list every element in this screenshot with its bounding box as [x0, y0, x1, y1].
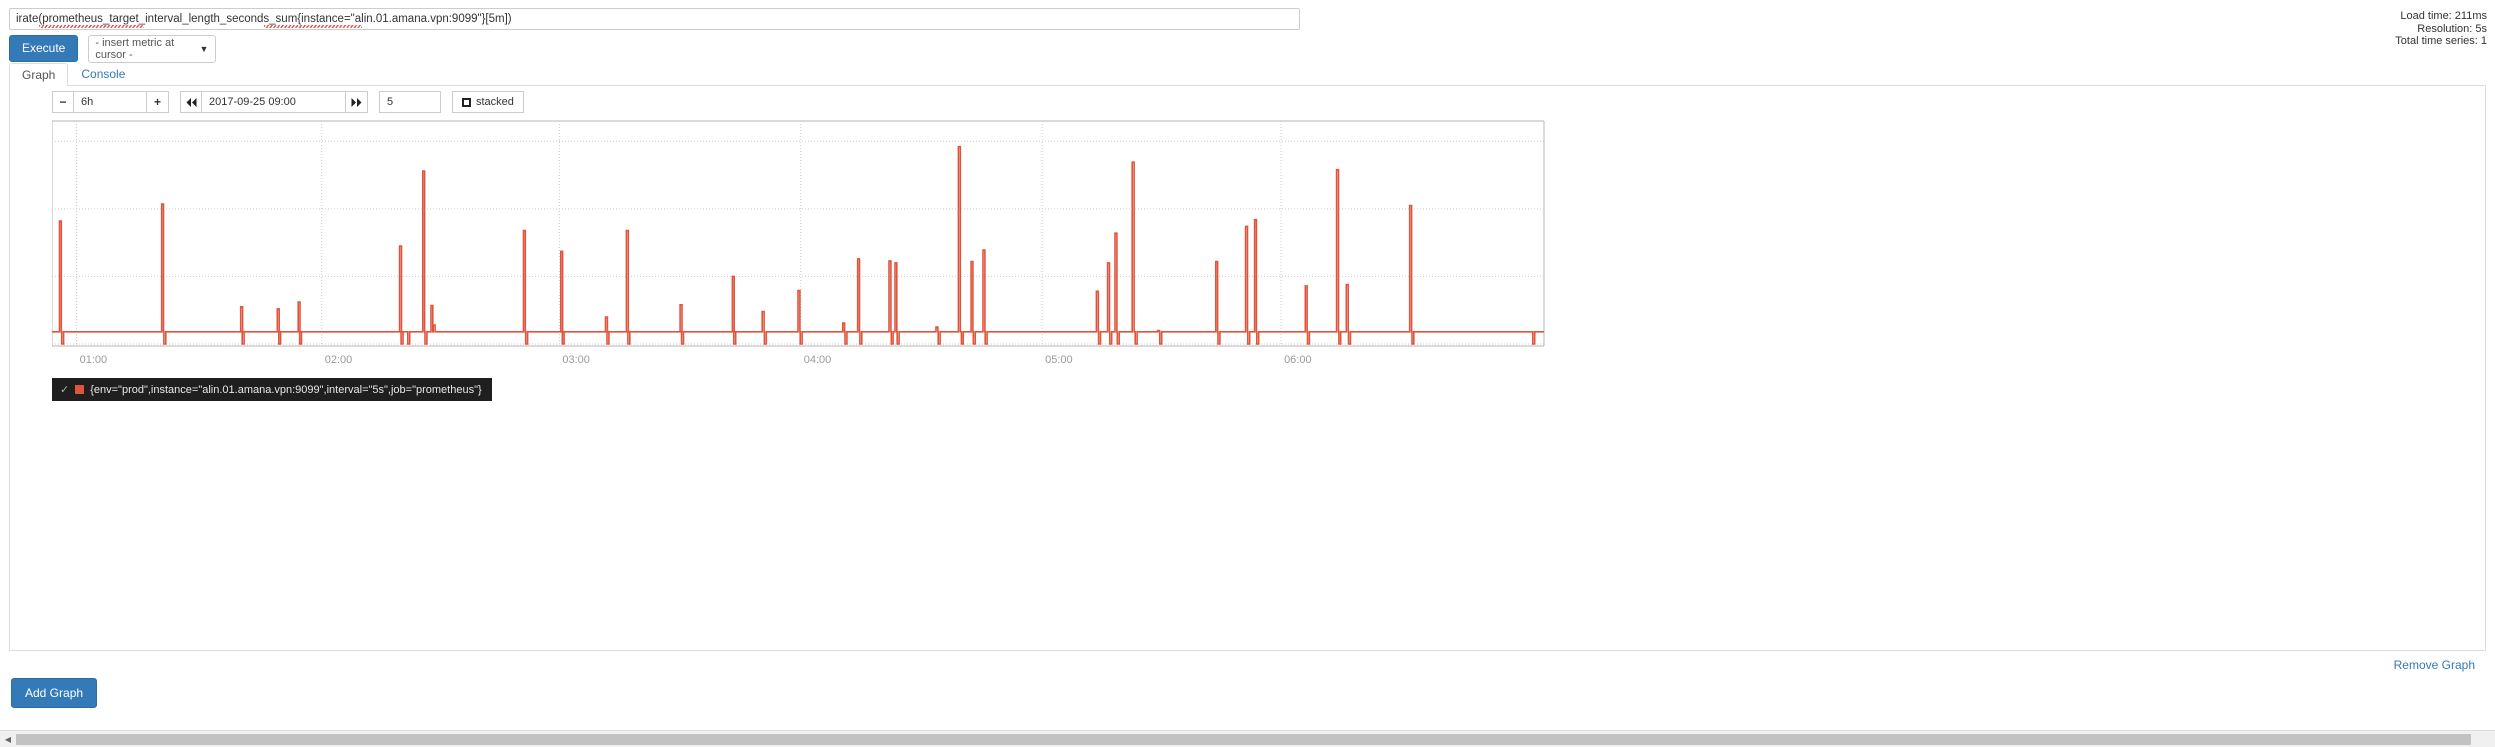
insert-metric-label: - insert metric at cursor - — [95, 37, 175, 61]
scroll-left-arrow[interactable]: ◀ — [0, 735, 16, 744]
horizontal-scrollbar[interactable]: ◀ — [0, 730, 2495, 747]
load-time: Load time: 211ms — [2400, 10, 2487, 22]
stacked-toggle[interactable]: stacked — [452, 91, 524, 113]
remove-graph-link[interactable]: Remove Graph — [2394, 658, 2475, 672]
total-time-series: Total time series: 1 — [2395, 35, 2487, 48]
svg-text:04:00: 04:00 — [804, 354, 832, 366]
tab-console[interactable]: Console — [68, 62, 138, 85]
series-color-swatch — [75, 385, 85, 394]
tab-graph[interactable]: Graph — [9, 63, 69, 86]
prometheus-expression-browser: Load time: 211ms Resolution: 5s Total ti… — [0, 0, 2495, 747]
stacked-label: stacked — [476, 96, 514, 108]
graph-legend[interactable]: ✓ {env="prod",instance="alin.01.amana.vp… — [52, 378, 492, 401]
chevron-down-icon: ▼ — [199, 44, 209, 54]
time-series-chart: 10020030001:0002:0003:0004:0005:0006:00 — [52, 120, 1545, 366]
series-label: {env="prod",instance="alin.01.amana.vpn:… — [90, 383, 482, 396]
svg-text:02:00: 02:00 — [325, 354, 353, 366]
expression-input-wrapper — [9, 8, 1300, 30]
end-time-input[interactable]: 2017-09-25 09:00 — [202, 91, 346, 113]
svg-text:06:00: 06:00 — [1284, 354, 1312, 366]
resolution-input[interactable]: 5 — [379, 91, 441, 113]
tab-bar: Graph Console — [9, 62, 2486, 86]
graph-controls: − 6h + 2017-09-25 09:00 5 stacked — [52, 91, 524, 113]
step-backward-icon[interactable] — [180, 91, 202, 113]
graph-panel: − 6h + 2017-09-25 09:00 5 stacked 1 — [9, 86, 2486, 672]
checkbox-unchecked-icon — [462, 97, 471, 107]
resolution-info: Resolution: 5s — [2417, 22, 2487, 35]
range-decrease-button[interactable]: − — [52, 91, 74, 113]
insert-metric-select[interactable]: - insert metric at cursor - ▼ — [88, 35, 217, 63]
time-group: 2017-09-25 09:00 — [180, 91, 368, 113]
step-forward-icon[interactable] — [346, 91, 368, 113]
step-forward-glyph — [351, 97, 362, 107]
range-group: − 6h + — [52, 91, 169, 113]
range-input[interactable]: 6h — [74, 91, 147, 113]
range-increase-button[interactable]: + — [147, 91, 169, 113]
scrollbar-thumb[interactable] — [16, 733, 2471, 745]
add-graph-button[interactable]: Add Graph — [11, 678, 98, 708]
query-stats: Load time: 211ms Resolution: 5s Total ti… — [2395, 10, 2487, 48]
expression-input[interactable] — [9, 8, 1300, 30]
graph-plot[interactable]: 10020030001:0002:0003:0004:0005:0006:00 — [52, 119, 1546, 368]
svg-text:05:00: 05:00 — [1045, 354, 1073, 366]
svg-text:03:00: 03:00 — [562, 354, 590, 366]
svg-text:01:00: 01:00 — [80, 354, 108, 366]
step-backward-glyph — [186, 97, 196, 107]
execute-button[interactable]: Execute — [9, 35, 79, 63]
check-icon: ✓ — [60, 384, 70, 396]
execute-row: Execute - insert metric at cursor - ▼ — [9, 35, 217, 63]
